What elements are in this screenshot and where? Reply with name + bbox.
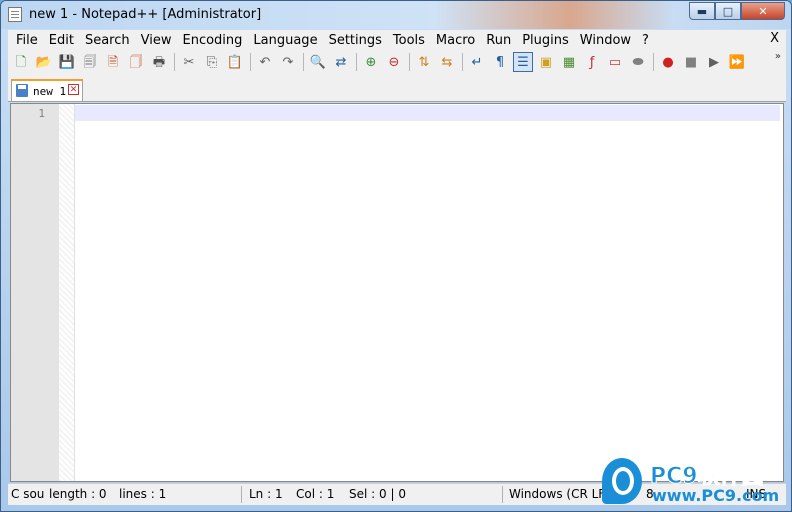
copy-icon[interactable]: ⎘ [202,52,222,72]
status-language: C sou [11,487,45,501]
close-file-icon[interactable]: 🗎 [103,52,123,72]
window-title: new 1 - Notepad++ [Administrator] [29,7,262,22]
menu-bar: File Edit Search View Encoding Language Settin… [8,30,786,50]
replace-icon[interactable]: ⇄ [331,52,351,72]
current-line-highlight[interactable] [75,105,781,121]
toolbar-separator [356,53,357,71]
monitoring-icon[interactable]: ⬬ [628,52,648,72]
status-column: Col : 1 [296,487,335,501]
toolbar-separator [462,53,463,71]
stop-macro-icon[interactable]: ■ [681,52,701,72]
tab-label: new 1 [33,85,67,98]
zoom-in-icon[interactable]: ⊕ [361,52,381,72]
sync-vertical-icon[interactable]: ⇅ [414,52,434,72]
status-divider [241,486,242,503]
toolbar-separator [409,53,410,71]
minimize-button[interactable]: ▬ [689,2,715,20]
sync-horizontal-icon[interactable]: ⇆ [437,52,457,72]
record-macro-icon[interactable]: ● [658,52,678,72]
title-bar[interactable]: new 1 - Notepad++ [Administrator] ▬ □ ✕ [1,1,791,29]
menu-language[interactable]: Language [245,33,317,48]
pc9-logo-icon [602,458,642,504]
close-icon: ✕ [758,4,768,18]
document-map-icon[interactable]: ▦ [559,52,579,72]
notepad-icon[interactable] [8,7,22,22]
menu-help[interactable]: ? [634,33,649,48]
close-window-button[interactable]: ✕ [741,2,785,20]
redo-icon[interactable]: ↷ [278,52,298,72]
print-icon[interactable]: 🖶 [149,52,169,72]
status-divider [502,486,503,503]
menu-encoding[interactable]: Encoding [174,33,242,48]
close-all-icon[interactable]: 🗍 [126,52,146,72]
menu-plugins[interactable]: Plugins [514,33,569,48]
save-icon[interactable]: 💾 [57,52,77,72]
line-number: 1 [38,107,45,120]
toolbar-overflow-icon[interactable]: » [775,51,781,62]
tab-bar: new 1 ✕ [8,74,786,102]
saved-state-icon [16,84,28,97]
udl-icon[interactable]: ▣ [536,52,556,72]
toolbar-separator [303,53,304,71]
status-length: length : 0 [49,487,107,501]
save-all-icon[interactable]: 🗐 [80,52,100,72]
fold-margin[interactable] [59,104,75,481]
undo-icon[interactable]: ↶ [255,52,275,72]
zoom-out-icon[interactable]: ⊖ [384,52,404,72]
status-eol: Windows (CR LF) [509,487,610,501]
editor-area[interactable]: 1 [10,103,784,482]
word-wrap-icon[interactable]: ↵ [467,52,487,72]
status-selection: Sel : 0 | 0 [349,487,406,501]
menu-settings[interactable]: Settings [321,33,382,48]
menu-run[interactable]: Run [478,33,511,48]
menu-window[interactable]: Window [572,33,631,48]
show-all-chars-icon[interactable]: ¶ [490,52,510,72]
toolbar-separator [174,53,175,71]
new-file-icon[interactable]: 🗋 [11,52,31,72]
toolbar-separator [250,53,251,71]
status-lines: lines : 1 [119,487,167,501]
paste-icon[interactable]: 📋 [225,52,245,72]
menu-file[interactable]: File [8,33,38,48]
close-document-button[interactable]: X [770,31,779,46]
maximize-button[interactable]: □ [715,2,741,20]
open-file-icon[interactable]: 📂 [34,52,54,72]
menu-tools[interactable]: Tools [385,33,425,48]
menu-edit[interactable]: Edit [41,33,74,48]
watermark-url: www.PC9.com [652,486,780,505]
pc9-watermark: PC9软件园 www.PC9.com [598,456,788,510]
vertical-scrollbar[interactable] [780,104,783,481]
menu-search[interactable]: Search [77,33,130,48]
run-macro-multiple-icon[interactable]: ⏩ [727,52,747,72]
menu-macro[interactable]: Macro [428,33,475,48]
maximize-icon: □ [722,4,734,18]
minimize-icon: ▬ [696,4,708,18]
line-number-gutter: 1 [11,104,59,481]
window-controls: ▬ □ ✕ [689,2,785,21]
menu-items: File Edit Search View Encoding Language Settin… [8,33,652,48]
function-list-icon[interactable]: ƒ [582,52,602,72]
tab-new-1[interactable]: new 1 ✕ [11,79,83,101]
app-window: new 1 - Notepad++ [Administrator] ▬ □ ✕ … [0,0,792,512]
find-icon[interactable]: 🔍 [308,52,328,72]
status-line-number: Ln : 1 [249,487,283,501]
tab-close-icon[interactable]: ✕ [68,84,79,95]
play-macro-icon[interactable]: ▶ [704,52,724,72]
toolbar: 🗋 📂 💾 🗐 🗎 🗍 🖶 ✂ ⎘ 📋 ↶ ↷ 🔍 ⇄ ⊕ ⊖ ⇅ ⇆ ↵ ¶ ☰ ▣ ▦ ƒ ▭ ⬬ ● ■ ▶ ⏩ » [8,50,786,74]
menu-view[interactable]: View [133,33,172,48]
toolbar-separator [653,53,654,71]
indent-guide-icon[interactable]: ☰ [513,52,533,72]
cut-icon[interactable]: ✂ [179,52,199,72]
folder-workspace-icon[interactable]: ▭ [605,52,625,72]
